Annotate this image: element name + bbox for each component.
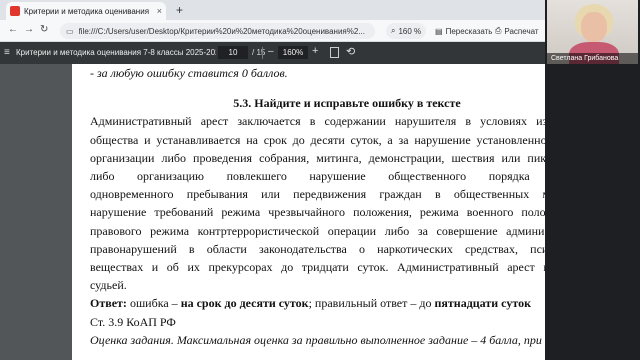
paragraph-line: веществах и об их прекурсорах до тридцат… xyxy=(90,260,545,275)
document-text: - за любую ошибку ставится 0 баллов. 5.3… xyxy=(90,64,545,349)
url-input[interactable]: ▭ file:///C:/Users/user/Desktop/Критерии… xyxy=(60,23,375,39)
paragraph-line: организации либо проведения собрания, ми… xyxy=(90,150,545,165)
paragraph-line: Административный арест заключается в сод… xyxy=(90,114,545,129)
zoom-indicator[interactable]: ⌕ 160 % xyxy=(386,23,427,39)
menu-icon[interactable]: ≡ xyxy=(4,47,10,58)
close-tab-icon[interactable]: × xyxy=(157,6,162,16)
paragraph-line: либо организацию повлекшего нарушение об… xyxy=(90,169,545,184)
zoom-level: 160 % xyxy=(398,26,422,36)
print-label: Распечат xyxy=(504,26,539,36)
participant-name: Светлана Грибанова xyxy=(547,53,638,64)
answer-text: ; правильный ответ – до xyxy=(308,296,435,311)
print-button[interactable]: ⎙ Распечат xyxy=(492,23,542,39)
paragraph-line: общества и устанавливается на срок до де… xyxy=(90,132,545,147)
retell-label: Пересказать xyxy=(445,26,493,36)
pdf-toolbar: ≡ Критерии и методика оценивания 7-8 кла… xyxy=(0,42,545,64)
zoom-in-button[interactable]: + xyxy=(312,45,318,57)
webcam-tile[interactable]: Светлана Грибанова xyxy=(547,0,638,64)
tab-bar: Критерии и методика оценивания × + xyxy=(0,0,545,20)
fit-page-icon[interactable] xyxy=(330,47,339,58)
rotate-icon[interactable]: ⟲ xyxy=(346,45,355,58)
screen: Критерии и методика оценивания × + ← → ↻… xyxy=(0,0,640,360)
forward-icon[interactable]: → xyxy=(24,24,34,35)
pdf-page: - за любую ошибку ставится 0 баллов. 5.3… xyxy=(72,64,545,360)
paragraph-line: нарушение требований режима чрезвычайног… xyxy=(90,205,545,220)
task-paragraph: Административный арест заключается в сод… xyxy=(90,112,545,294)
video-sidebar: Светлана Грибанова xyxy=(545,0,640,360)
back-icon[interactable]: ← xyxy=(8,24,18,35)
answer-error: на срок до десяти суток xyxy=(180,296,309,311)
paragraph-line: правонарушений в области законодательств… xyxy=(90,241,545,256)
magnifier-icon: ⌕ xyxy=(391,26,396,35)
pdf-file-icon xyxy=(10,6,20,16)
bottom-line: Оценка задания. Максимальная оценка за п… xyxy=(90,332,542,347)
answer-line: Ответ: ошибка – на срок до десяти суток;… xyxy=(90,294,545,312)
address-bar: ← → ↻ ▭ file:///C:/Users/user/Desktop/Кр… xyxy=(0,20,545,42)
webcam-person-face xyxy=(581,12,607,42)
zoom-out-button[interactable]: – xyxy=(268,46,274,57)
zoom-input[interactable]: 160% xyxy=(278,46,308,59)
retell-icon: ▤ xyxy=(435,26,443,36)
top-line: - за любую ошибку ставится 0 баллов. xyxy=(90,66,288,80)
answer-correct: пятнадцати суток xyxy=(434,296,531,311)
section-heading: 5.3. Найдите и исправьте ошибку в тексте xyxy=(233,96,461,111)
document-viewport[interactable]: - за любую ошибку ставится 0 баллов. 5.3… xyxy=(0,64,545,360)
article-reference: Ст. 3.9 КоАП РФ xyxy=(90,314,176,329)
reload-icon[interactable]: ↻ xyxy=(40,24,48,35)
tab-title: Критерии и методика оценивания xyxy=(24,6,150,16)
paragraph-line: правового режима контртеррористической о… xyxy=(90,223,545,238)
page-number-input[interactable]: 10 xyxy=(218,46,248,59)
new-tab-button[interactable]: + xyxy=(176,3,183,17)
answer-label: Ответ: xyxy=(90,296,127,311)
print-icon: ⎙ xyxy=(495,26,502,35)
browser-tab[interactable]: Критерии и методика оценивания × xyxy=(6,2,166,20)
url-text: file:///C:/Users/user/Desktop/Критерии%2… xyxy=(78,26,365,36)
retell-button[interactable]: ▤ Пересказать xyxy=(430,23,497,39)
file-icon: ▭ xyxy=(66,26,74,36)
paragraph-line: судьей. xyxy=(90,278,127,293)
pdf-title: Критерии и методика оценивания 7-8 класс… xyxy=(16,48,216,57)
paragraph-line: одновременного пребывания или передвижен… xyxy=(90,187,545,202)
answer-text: ошибка – xyxy=(126,296,181,311)
page-total: / 15 xyxy=(252,48,266,57)
toolbar-divider xyxy=(262,47,263,59)
